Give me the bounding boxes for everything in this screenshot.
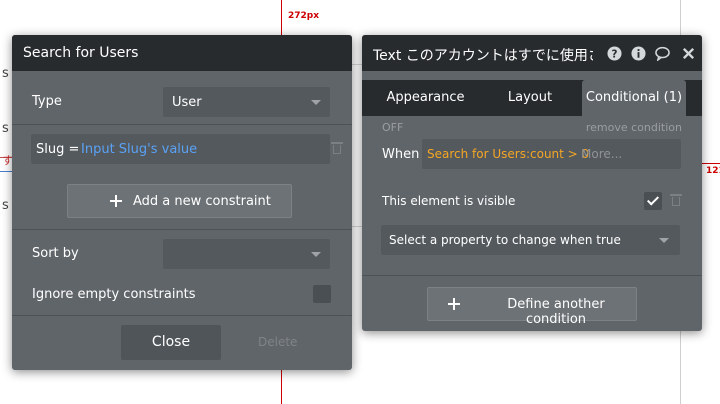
dialog-title: Search for Users: [23, 45, 139, 61]
remove-condition-link[interactable]: remove condition: [586, 121, 682, 134]
canvas-row-line: [352, 226, 362, 227]
help-icon[interactable]: ?: [607, 46, 622, 61]
sort-by-select[interactable]: [163, 239, 330, 269]
delete-button[interactable]: Delete: [258, 335, 297, 349]
tab-layout[interactable]: Layout: [487, 80, 573, 116]
tab-label: Conditional (1): [585, 90, 683, 105]
more-link[interactable]: More...: [581, 147, 622, 161]
constraint-value[interactable]: Input Slug's value: [81, 142, 197, 157]
tab-bar: Appearance Layout Conditional (1): [362, 80, 702, 116]
ruler-label-top: 272px: [288, 11, 320, 21]
check-icon: [646, 193, 660, 206]
visible-checkbox[interactable]: [644, 192, 662, 210]
ignore-empty-label: Ignore empty constraints: [32, 287, 196, 302]
dialog-header[interactable]: Search for Users: [12, 35, 352, 71]
trash-icon[interactable]: [331, 142, 343, 154]
divider: [362, 275, 702, 276]
canvas-row-line: [352, 64, 362, 65]
condition-off-toggle[interactable]: OFF: [382, 121, 403, 134]
canvas-row-line: [0, 171, 12, 172]
editor-title: Text このアカウントはすでに使用さ: [373, 48, 593, 64]
ruler-label-right: 121: [706, 166, 720, 176]
define-condition-label: Define another condition: [507, 297, 605, 327]
svg-text:?: ?: [612, 48, 618, 60]
close-button[interactable]: Close: [121, 325, 221, 360]
type-select-value: User: [172, 95, 202, 110]
search-for-users-dialog: Search for Users Type User Slug = Input …: [12, 35, 352, 370]
when-label: When: [382, 147, 420, 162]
tab-label: Layout: [507, 90, 553, 105]
text-property-editor: Text このアカウントはすでに使用さ ? Appearance Layout …: [362, 35, 702, 331]
plus-icon: [448, 298, 460, 310]
close-button-label: Close: [151, 334, 191, 350]
property-select-value: Select a property to change when true: [389, 233, 621, 247]
chevron-down-icon: [659, 238, 669, 243]
chevron-down-icon: [311, 252, 321, 257]
close-icon[interactable]: [681, 46, 696, 61]
divider: [12, 315, 352, 316]
sort-by-label: Sort by: [32, 246, 79, 261]
property-select[interactable]: Select a property to change when true: [381, 225, 680, 255]
constraint-key: Slug =: [36, 142, 80, 157]
editor-header[interactable]: Text このアカウントはすでに使用さ ?: [362, 35, 702, 71]
when-expression[interactable]: Search for Users:count > 0: [427, 147, 589, 161]
define-condition-button[interactable]: Define another condition: [427, 287, 637, 327]
chevron-down-icon: [311, 100, 321, 105]
divider: [12, 124, 352, 125]
type-label: Type: [32, 94, 62, 109]
constraint-row[interactable]: Slug = Input Slug's value: [31, 134, 330, 164]
info-icon[interactable]: [631, 46, 646, 61]
type-select[interactable]: User: [163, 87, 330, 117]
visible-label: This element is visible: [382, 194, 516, 208]
tab-appearance[interactable]: Appearance: [379, 80, 472, 116]
add-constraint-button[interactable]: Add a new constraint: [67, 184, 292, 218]
when-expression-field[interactable]: Search for Users:count > 0 More...: [422, 139, 681, 169]
plus-icon: [110, 195, 122, 207]
ignore-empty-checkbox[interactable]: [313, 285, 331, 303]
ruler-guide-horizontal: [700, 163, 720, 164]
comment-icon[interactable]: [655, 46, 670, 61]
add-constraint-label: Add a new constraint: [133, 194, 271, 209]
divider: [12, 229, 352, 230]
tab-label: Appearance: [386, 90, 465, 105]
tab-conditional[interactable]: Conditional (1): [582, 80, 686, 116]
trash-icon[interactable]: [670, 194, 682, 206]
